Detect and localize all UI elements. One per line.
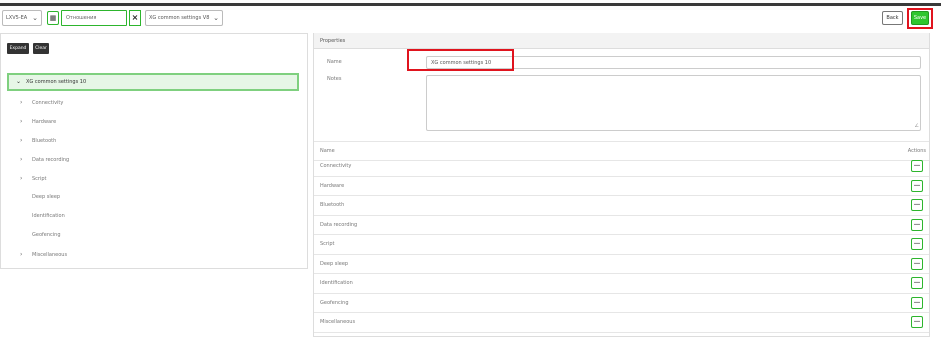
chevron-down-icon: ⌄ [213, 14, 219, 22]
tree-item-label: Hardware [32, 119, 57, 125]
config-select-value: XG common settings V8 [149, 15, 210, 21]
properties-header: Properties [314, 33, 929, 49]
table-row: Data recording … [314, 216, 929, 235]
table-row: Bluetooth … [314, 196, 929, 216]
more-icon[interactable]: … [911, 218, 923, 231]
table-row: Script … [314, 235, 929, 255]
resize-grip-icon: ∠ [914, 123, 919, 129]
toolbar: LXV5-EA ⌄ ▦ Отношения × XG common settin… [0, 10, 941, 28]
table-row-name: Bluetooth [320, 202, 345, 208]
device-select-value: LXV5-EA [6, 15, 28, 21]
table-row: Geofencing … [314, 294, 929, 313]
tree-item[interactable]: Deep sleep [32, 194, 60, 200]
chevron-down-icon: ⌄ [16, 78, 22, 85]
more-icon[interactable]: … [911, 199, 923, 211]
tree-item-label: Deep sleep [32, 194, 61, 200]
table-row-name: Geofencing [320, 299, 349, 306]
search-input[interactable]: Отношения [61, 10, 127, 26]
table-row-name: Deep sleep [320, 260, 349, 267]
table-row-name: Hardware [320, 182, 345, 189]
chevron-down-icon: ⌄ [32, 14, 38, 22]
tree-item-label: Geofencing [32, 232, 61, 238]
tree-item-label: Miscellaneous [32, 252, 68, 258]
tree-root-label: XG common settings 10 [26, 79, 87, 85]
name-highlight [407, 49, 514, 71]
chevron-right-icon: › [20, 137, 23, 144]
more-icon[interactable]: … [911, 296, 923, 309]
grid-icon[interactable]: ▦ [47, 11, 59, 25]
tree-item[interactable]: › Script [20, 175, 47, 182]
expand-button[interactable]: Expand [7, 43, 29, 54]
clear-search-button[interactable]: × [129, 10, 141, 26]
tree-item[interactable]: Geofencing [32, 232, 61, 238]
device-select[interactable]: LXV5-EA ⌄ [2, 10, 42, 26]
chevron-right-icon: › [20, 251, 23, 258]
clear-button[interactable]: Clear [33, 43, 49, 54]
chevron-right-icon: › [20, 175, 23, 182]
tree-item-label: Data recording [32, 157, 70, 163]
more-icon[interactable]: … [911, 179, 923, 192]
more-icon[interactable]: … [911, 238, 923, 250]
tree-item[interactable]: Identification [32, 213, 65, 219]
notes-textarea[interactable]: ∠ [426, 75, 921, 131]
table-row-name: Script [320, 241, 335, 247]
name-column-header: Name [320, 148, 335, 154]
table-row: Connectivity … [314, 157, 929, 177]
more-icon[interactable]: … [911, 257, 923, 270]
name-label: Name [327, 59, 342, 65]
more-icon[interactable]: … [911, 316, 923, 328]
chevron-right-icon: › [20, 99, 23, 106]
table-row: Deep sleep … [314, 255, 929, 274]
table-row-name: Data recording [320, 221, 358, 228]
tree-item[interactable]: › Connectivity [20, 99, 63, 106]
tree-item[interactable]: › Data recording [20, 156, 69, 163]
tree-item[interactable]: › Miscellaneous [20, 251, 67, 258]
table-row: Miscellaneous … [314, 313, 929, 333]
tree-item[interactable]: › Hardware [20, 118, 56, 125]
table-row-name: Identification [320, 280, 353, 286]
table-row: Identification … [314, 274, 929, 294]
tree-item-label: Script [32, 176, 47, 182]
tree-item-label: Bluetooth [32, 138, 57, 144]
table-row-name: Miscellaneous [320, 319, 356, 325]
notes-label: Notes [327, 76, 342, 82]
tree-item[interactable]: › Bluetooth [20, 137, 56, 144]
close-icon: × [131, 13, 139, 22]
chevron-right-icon: › [20, 156, 23, 163]
more-icon[interactable]: … [911, 277, 923, 289]
tree-root-item[interactable]: ⌄ XG common settings 10 [7, 73, 299, 91]
search-input-value: Отношения [66, 15, 97, 21]
config-select[interactable]: XG common settings V8 ⌄ [145, 10, 223, 26]
save-highlight [907, 8, 933, 29]
chevron-right-icon: › [20, 118, 23, 125]
tree-item-label: Connectivity [32, 100, 64, 106]
back-button[interactable]: Back [882, 11, 903, 25]
table-row: Hardware … [314, 177, 929, 196]
table-row-name: Connectivity [320, 163, 352, 169]
top-border [0, 3, 941, 6]
tree-item-label: Identification [32, 213, 65, 219]
more-icon[interactable]: … [911, 160, 923, 172]
